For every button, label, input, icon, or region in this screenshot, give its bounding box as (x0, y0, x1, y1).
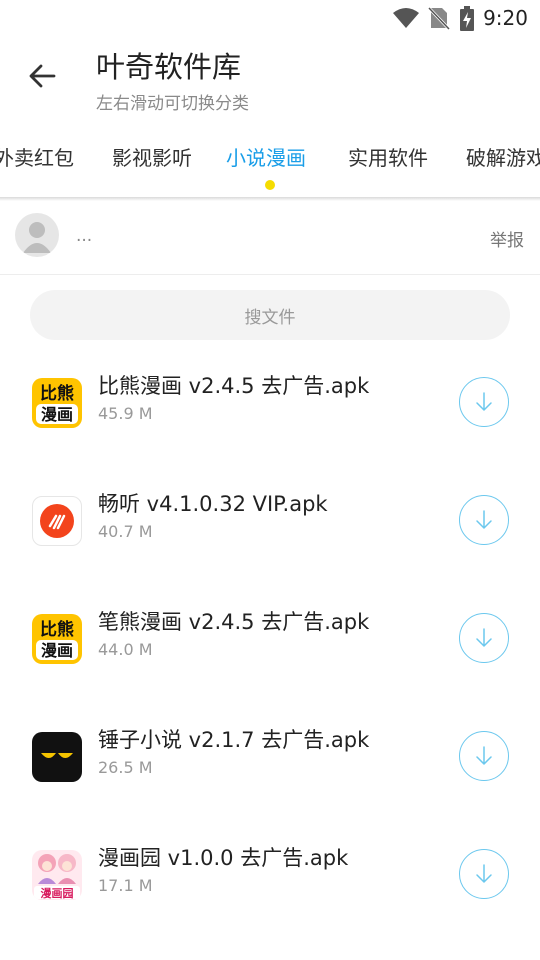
download-arrow-icon (476, 864, 492, 883)
svg-text:比熊: 比熊 (40, 383, 74, 404)
tab-cracked-games[interactable]: 破解游戏 (466, 142, 540, 171)
active-tab-indicator (265, 180, 275, 190)
svg-text:漫画: 漫画 (41, 641, 73, 660)
chuizi-novel-app-icon (32, 732, 82, 782)
download-button[interactable] (459, 849, 509, 899)
manhuayuan-app-icon: 漫画园 (32, 850, 82, 900)
list-item[interactable]: 比熊 漫画 笔熊漫画 v2.4.5 去广告.apk 44.0 M (0, 590, 540, 708)
page-title: 叶奇软件库 (96, 50, 242, 84)
file-name: 比熊漫画 v2.4.5 去广告.apk (98, 374, 370, 398)
user-silhouette-icon (23, 222, 51, 253)
file-name: 笔熊漫画 v2.4.5 去广告.apk (98, 610, 370, 634)
svg-text:漫画: 漫画 (41, 405, 73, 424)
uploader-name[interactable]: ... (76, 226, 92, 246)
list-item[interactable]: 漫画园 漫画园 v1.0.0 去广告.apk 17.1 M (0, 826, 540, 944)
download-button[interactable] (459, 731, 509, 781)
avatar[interactable] (15, 213, 59, 257)
download-arrow-icon (476, 510, 492, 529)
list-item[interactable]: 锤子小说 v2.1.7 去广告.apk 26.5 M (0, 708, 540, 826)
tab-takeaway-coupons[interactable]: 外卖红包 (0, 142, 74, 171)
file-name: 锤子小说 v2.1.7 去广告.apk (98, 728, 370, 752)
wifi-icon (392, 6, 420, 34)
battery-charging-icon (458, 6, 476, 36)
tab-video-audio[interactable]: 影视影听 (112, 142, 192, 171)
download-button[interactable] (459, 377, 509, 427)
file-size: 44.0 M (98, 640, 153, 659)
file-name: 畅听 v4.1.0.32 VIP.apk (98, 492, 328, 516)
tab-novels-comics[interactable]: 小说漫画 (226, 142, 306, 171)
download-arrow-icon (476, 746, 492, 765)
no-sim-icon (427, 6, 451, 34)
download-button[interactable] (459, 495, 509, 545)
status-bar: 9:20 (0, 0, 540, 36)
page-subtitle: 左右滑动可切换分类 (96, 94, 249, 114)
svg-text:比熊: 比熊 (40, 619, 74, 640)
search-input[interactable]: 搜文件 (30, 290, 510, 340)
search-placeholder: 搜文件 (244, 307, 296, 328)
category-tabs: 外卖红包 影视影听 小说漫画 实用软件 破解游戏 (0, 130, 540, 198)
back-button[interactable] (20, 56, 64, 100)
download-button[interactable] (459, 613, 509, 663)
file-size: 40.7 M (98, 522, 153, 541)
uploader-row: ... 举报 (0, 204, 540, 275)
list-item[interactable]: 比熊 漫画 比熊漫画 v2.4.5 去广告.apk 45.9 M (0, 354, 540, 472)
file-size: 26.5 M (98, 758, 153, 777)
tabs-divider (0, 197, 540, 201)
report-link[interactable]: 举报 (490, 226, 524, 251)
bixiong-comic-app-icon: 比熊 漫画 (32, 378, 82, 428)
file-name: 漫画园 v1.0.0 去广告.apk (98, 846, 349, 870)
changting-app-icon (32, 496, 82, 546)
arrow-left-icon (27, 61, 57, 95)
status-time: 9:20 (483, 6, 528, 30)
bixiong-comic-app-icon: 比熊 漫画 (32, 614, 82, 664)
file-size: 45.9 M (98, 404, 153, 423)
list-item[interactable]: 畅听 v4.1.0.32 VIP.apk 40.7 M (0, 472, 540, 590)
tab-utilities[interactable]: 实用软件 (348, 142, 428, 171)
download-arrow-icon (476, 628, 492, 647)
file-size: 17.1 M (98, 876, 153, 895)
svg-text:漫画园: 漫画园 (41, 886, 74, 900)
download-arrow-icon (476, 392, 492, 411)
